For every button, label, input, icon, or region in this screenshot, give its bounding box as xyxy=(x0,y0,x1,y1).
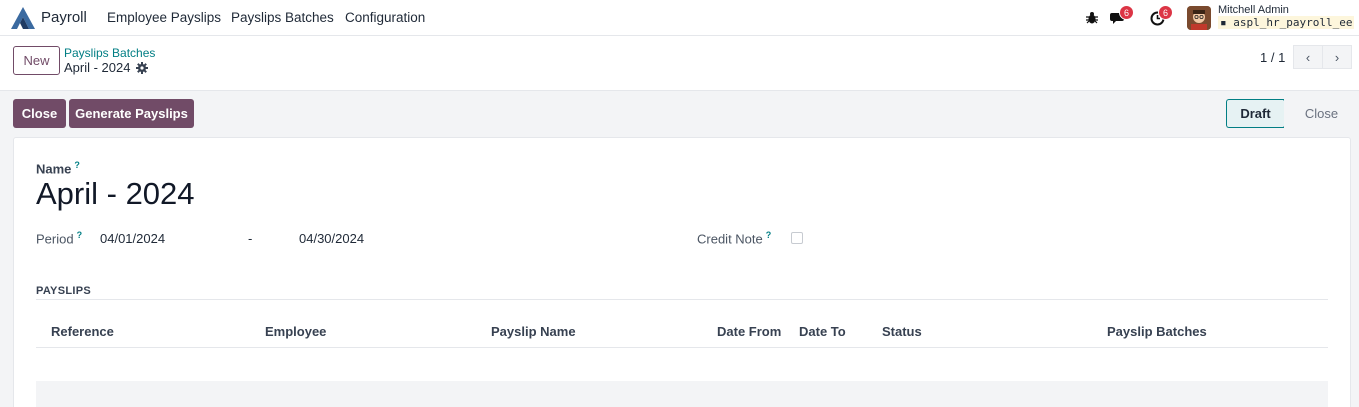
section-divider xyxy=(36,299,1328,300)
credit-note-help-icon[interactable]: ? xyxy=(766,230,772,240)
payroll-app-icon[interactable] xyxy=(10,6,36,30)
generate-payslips-button[interactable]: Generate Payslips xyxy=(69,99,194,128)
column-status[interactable]: Status xyxy=(882,324,922,339)
pager-previous-button[interactable]: ‹ xyxy=(1293,45,1323,69)
name-label: Name? xyxy=(36,160,80,177)
user-name[interactable]: Mitchell Admin xyxy=(1218,4,1289,16)
column-reference[interactable]: Reference xyxy=(51,324,114,339)
date-separator: - xyxy=(248,231,253,246)
column-payslip-batches[interactable]: Payslip Batches xyxy=(1107,324,1207,339)
batch-name-field[interactable]: April - 2024 xyxy=(36,176,195,212)
name-help-icon[interactable]: ? xyxy=(74,160,80,170)
status-draft[interactable]: Draft xyxy=(1226,99,1284,128)
debug-bug-icon[interactable] xyxy=(1083,9,1101,27)
top-navbar: Payroll Employee Payslips Payslips Batch… xyxy=(0,0,1359,36)
date-start-field[interactable]: 04/01/2024 xyxy=(100,231,165,246)
user-avatar[interactable] xyxy=(1187,6,1211,30)
column-date-from[interactable]: Date From xyxy=(717,324,781,339)
date-end-field[interactable]: 04/30/2024 xyxy=(299,231,364,246)
app-name[interactable]: Payroll xyxy=(41,9,87,26)
menu-employee-payslips[interactable]: Employee Payslips xyxy=(107,10,221,25)
column-employee[interactable]: Employee xyxy=(265,324,326,339)
table-empty-row xyxy=(36,381,1328,407)
form-sheet xyxy=(13,137,1351,407)
status-close[interactable]: Close xyxy=(1284,99,1351,128)
table-header-divider xyxy=(36,347,1328,348)
menu-configuration[interactable]: Configuration xyxy=(345,10,425,25)
chevron-left-icon: ‹ xyxy=(1305,49,1311,65)
column-date-to[interactable]: Date To xyxy=(799,324,846,339)
gear-icon[interactable] xyxy=(136,62,148,74)
menu-payslips-batches[interactable]: Payslips Batches xyxy=(231,10,334,25)
pager-value[interactable]: 1 / 1 xyxy=(1260,50,1285,65)
column-payslip-name[interactable]: Payslip Name xyxy=(491,324,576,339)
payslips-section-title: PAYSLIPS xyxy=(36,285,91,297)
new-button[interactable]: New xyxy=(13,46,60,75)
database-name: ▪ aspl_hr_payroll_ee xyxy=(1218,16,1355,29)
credit-note-label: Credit Note? xyxy=(697,230,772,247)
breadcrumb-parent[interactable]: Payslips Batches xyxy=(64,46,155,60)
messages-badge: 6 xyxy=(1119,5,1134,20)
activity-clock-icon[interactable]: 6 xyxy=(1148,5,1173,27)
period-label: Period? xyxy=(36,230,83,247)
close-batch-button[interactable]: Close xyxy=(13,99,66,128)
control-panel: New Payslips Batches April - 2024 1 / 1 … xyxy=(0,36,1359,91)
period-help-icon[interactable]: ? xyxy=(77,230,83,240)
chevron-right-icon: › xyxy=(1334,49,1340,65)
credit-note-checkbox[interactable] xyxy=(791,232,803,244)
pager-next-button[interactable]: › xyxy=(1322,45,1352,69)
activities-badge: 6 xyxy=(1158,5,1173,20)
messages-icon[interactable]: 6 xyxy=(1109,5,1134,27)
breadcrumb-current: April - 2024 xyxy=(64,60,131,75)
